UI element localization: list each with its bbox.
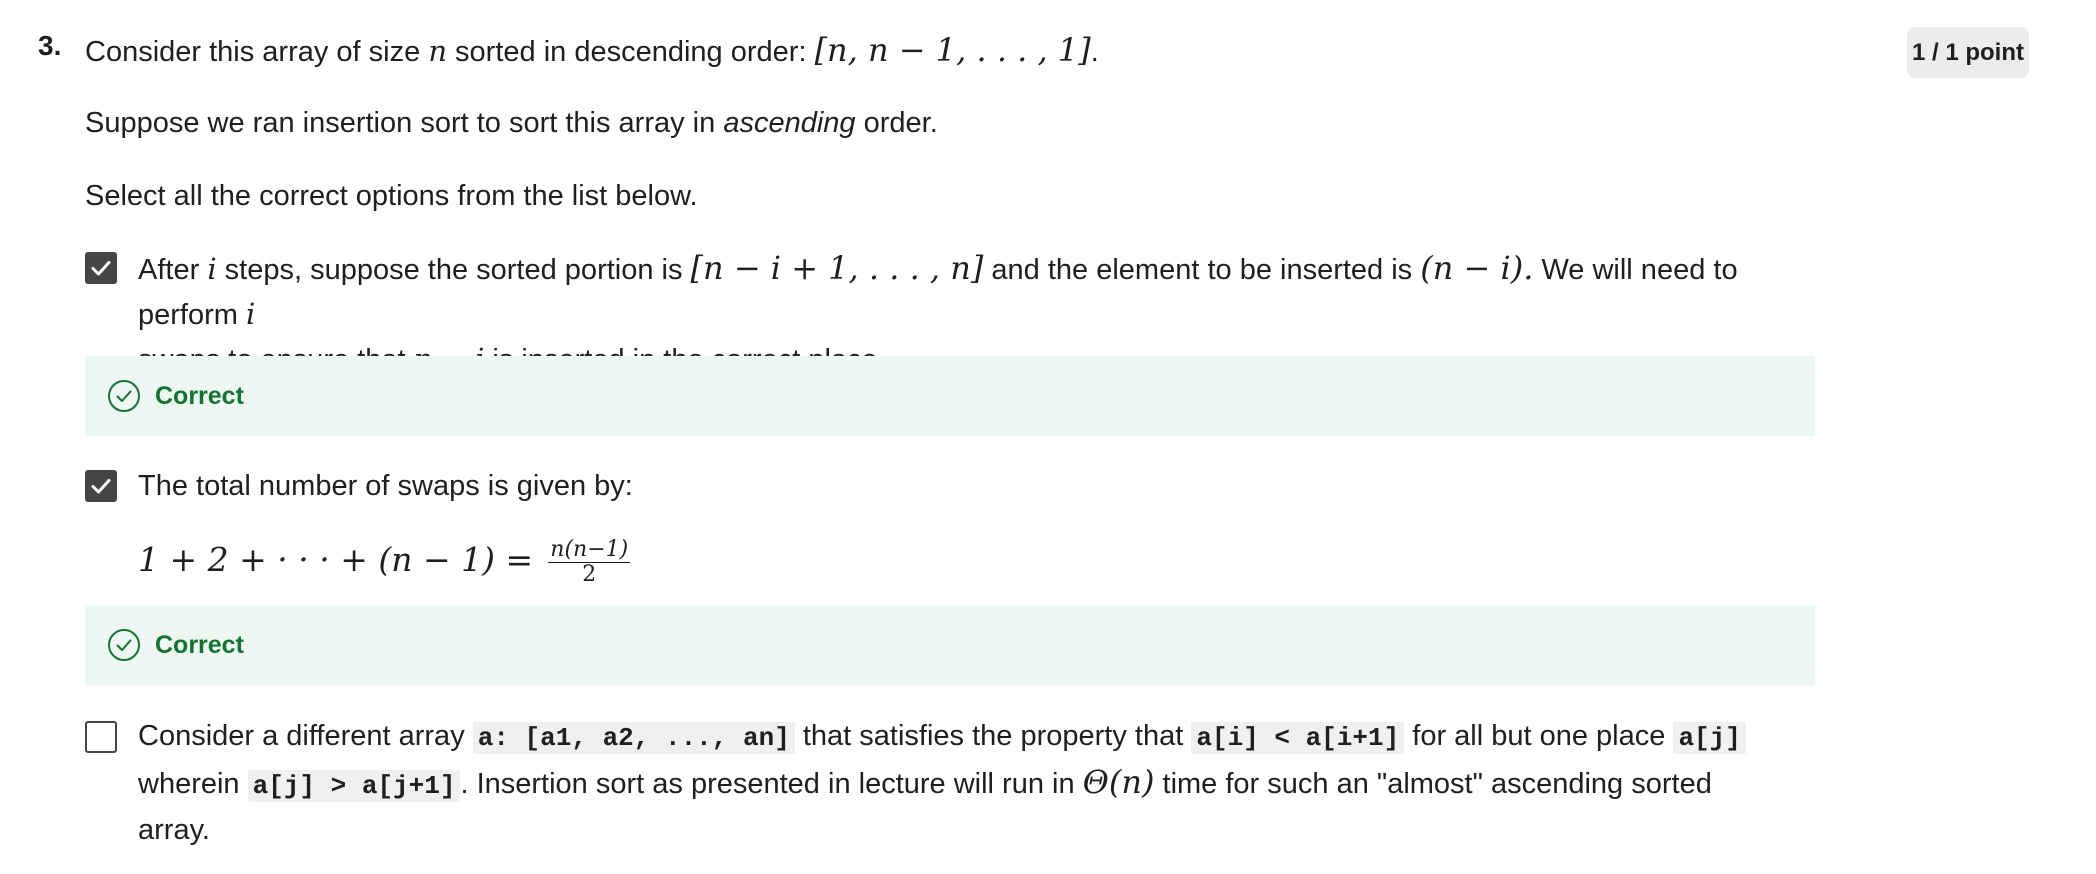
question-stem: Consider this array of size n sorted in … [85,30,1099,72]
opt3-text-1: Consider a different array [138,720,473,752]
feedback-label: Correct [155,630,244,659]
fraction-denominator: 2 [582,561,597,587]
option-2-formula: 1 + 2 + · · · + (n − 1) = n(n−1) 2 [138,532,1758,588]
opt3-code-property: a[i] < a[i+1] [1191,722,1405,754]
opt3-math-theta: Θ(n) [1082,763,1155,801]
opt3-code-exception: a[j] > a[j+1] [247,770,461,802]
stem-text-2: sorted in descending order: [447,36,815,68]
line2-emphasis: ascending [723,107,856,139]
checkmark-icon [91,479,111,494]
stem-text-1: Consider this array of size [85,36,429,68]
question-line-2: Suppose we ran insertion sort to sort th… [85,103,938,143]
option-1-checkbox[interactable] [85,252,117,284]
opt3-code-aj: a[j] [1673,722,1746,754]
option-1-feedback: Correct [85,356,1815,436]
opt3-text-3: for all but one place [1404,720,1674,752]
points-badge: 1 / 1 point [1907,27,2029,78]
stem-math-array: [n, n − 1, . . . , 1] [814,31,1091,69]
checkmark-icon [91,261,111,276]
fraction-numerator: n(n−1) [548,536,631,563]
opt1-text-1: After [138,254,208,286]
option-3-checkbox[interactable] [85,721,117,753]
opt3-code-array: a: [a1, a2, ..., an] [472,722,795,754]
opt3-text-2: that satisfies the property that [794,720,1192,752]
question-line-3: Select all the correct options from the … [85,180,698,212]
opt1-math-element: (n − i). [1420,249,1534,287]
check-circle-icon [107,379,141,413]
stem-math-n: n [428,34,447,68]
option-2-text[interactable]: The total number of swaps is given by: [138,464,1758,508]
formula-lhs: 1 + 2 + · · · + (n − 1) = [138,540,534,579]
stem-text-3: . [1090,36,1099,68]
feedback-label: Correct [155,381,244,410]
formula-fraction: n(n−1) 2 [548,536,631,587]
opt1-math-i2: i [245,297,256,331]
opt3-text-4: wherein [138,768,248,800]
opt1-math-i: i [207,252,217,286]
question-number: 3. [38,30,62,61]
option-2-feedback: Correct [85,605,1815,685]
line2-text-1: Suppose we ran insertion sort to sort th… [85,107,724,139]
option-3-text[interactable]: Consider a different array a: [a1, a2, .… [138,714,1758,852]
line2-text-2: order. [855,107,938,139]
check-circle-icon [107,628,141,662]
opt3-text-5: . Insertion sort as presented in lecture… [460,768,1083,800]
opt1-text-3: and the element to be inserted is [983,254,1421,286]
option-2-checkbox[interactable] [85,470,117,502]
opt1-text-2: steps, suppose the sorted portion is [216,254,691,286]
opt1-math-portion: [n − i + 1, . . . , n] [690,249,984,287]
